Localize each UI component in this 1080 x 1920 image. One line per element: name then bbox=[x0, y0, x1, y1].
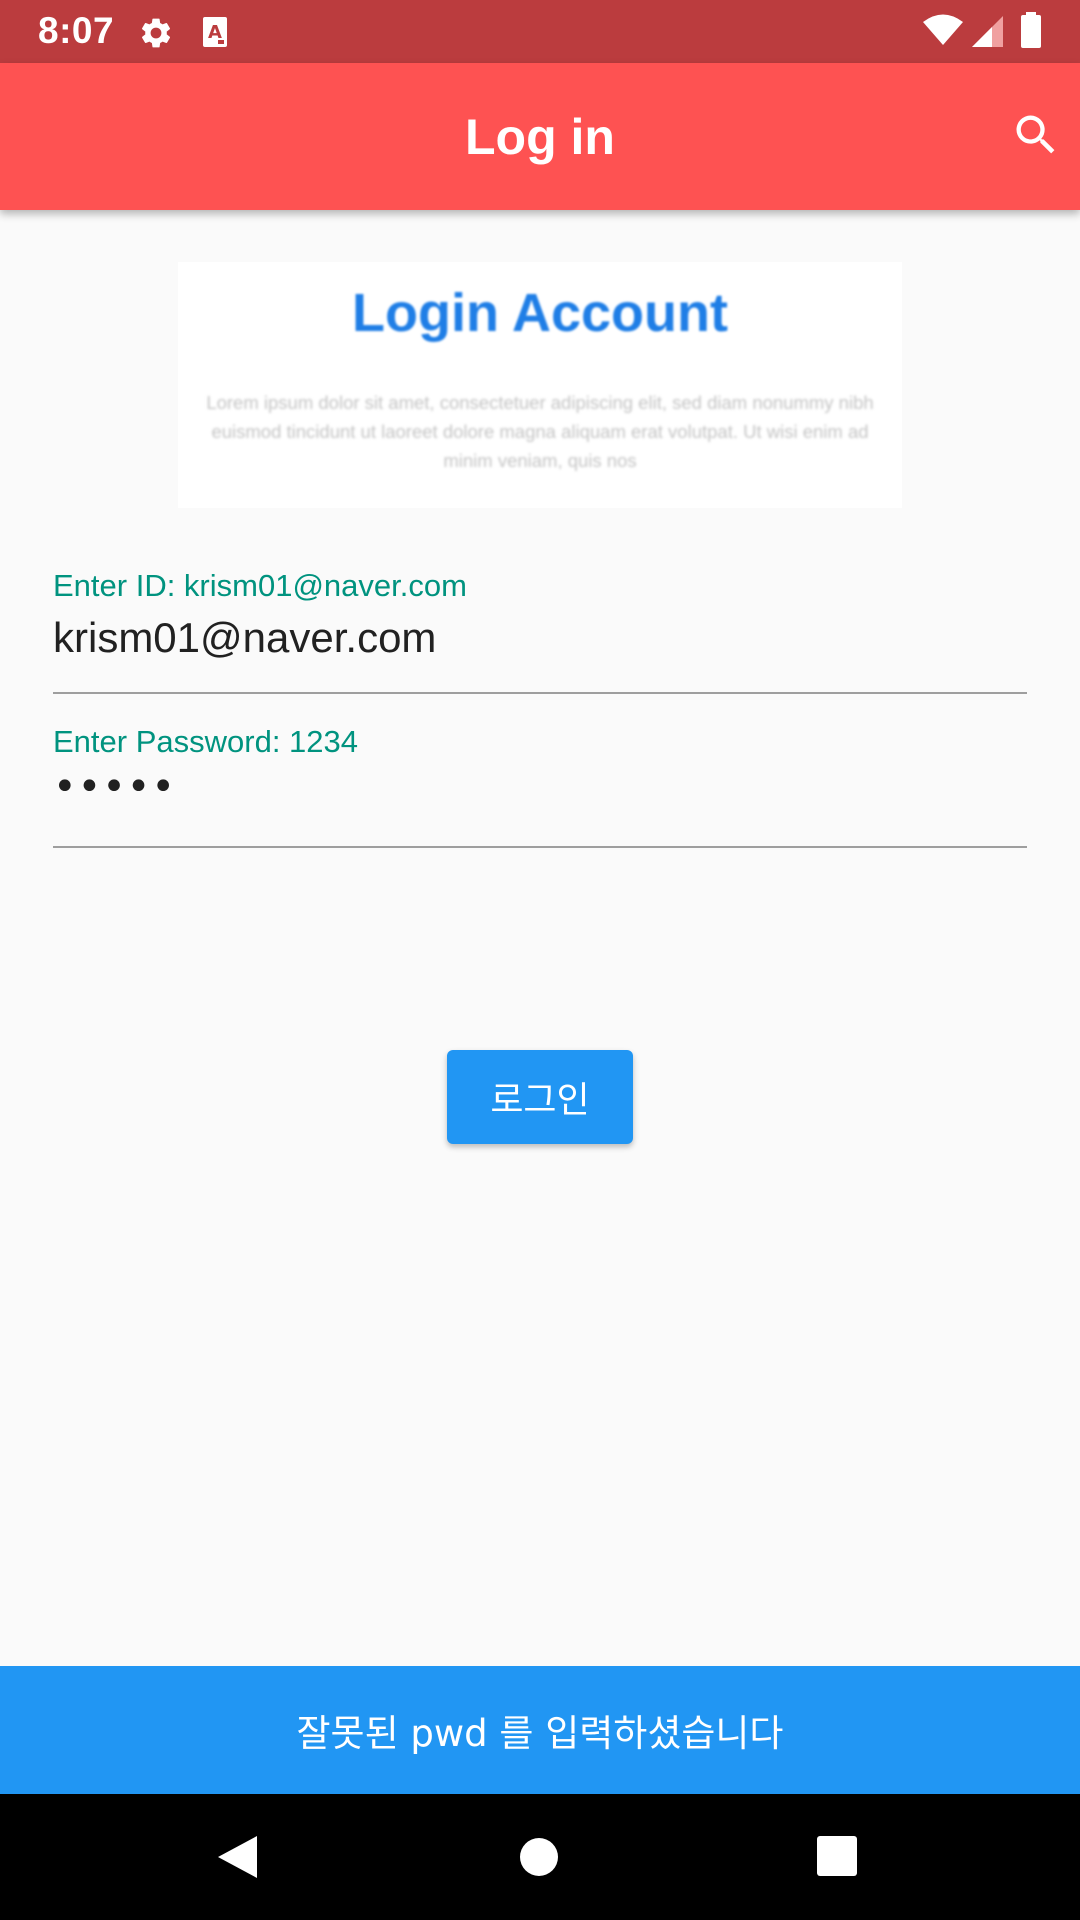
password-field-underline bbox=[53, 846, 1027, 848]
password-field-label: Enter Password: 1234 bbox=[53, 724, 359, 759]
password-field[interactable]: Enter Password: 1234 ••••• bbox=[53, 716, 1027, 850]
back-button[interactable] bbox=[214, 1832, 264, 1882]
id-field-value[interactable]: krism01@naver.com bbox=[53, 614, 436, 662]
search-button[interactable] bbox=[1010, 109, 1080, 165]
id-field-label: Enter ID: krism01@naver.com bbox=[53, 568, 467, 603]
banner-title: Login Account bbox=[352, 283, 728, 343]
app-title: Log in bbox=[465, 109, 615, 165]
id-field[interactable]: Enter ID: krism01@naver.com krism01@nave… bbox=[53, 562, 1027, 694]
navigation-bar bbox=[0, 1794, 1080, 1920]
home-button[interactable] bbox=[514, 1832, 564, 1882]
home-icon bbox=[514, 1838, 564, 1886]
search-icon bbox=[1010, 115, 1062, 165]
a-box-icon: A bbox=[202, 16, 228, 53]
svg-text:A: A bbox=[208, 22, 222, 43]
status-time: 8:07 bbox=[38, 10, 115, 51]
battery-icon bbox=[1020, 12, 1042, 53]
login-button[interactable]: 로그인 bbox=[447, 1050, 633, 1144]
recents-icon bbox=[813, 1836, 863, 1886]
back-icon bbox=[214, 1836, 264, 1886]
snackbar: 잘못된 pwd 를 입력하셨습니다 bbox=[0, 1666, 1080, 1794]
password-field-value[interactable]: ••••• bbox=[53, 764, 176, 810]
gear-icon bbox=[138, 15, 174, 56]
banner-body: Lorem ipsum dolor sit amet, consectetuer… bbox=[206, 392, 874, 471]
snackbar-message: 잘못된 pwd 를 입력하셨습니다 bbox=[296, 1712, 784, 1755]
login-account-banner: Login Account Lorem ipsum dolor sit amet… bbox=[178, 262, 902, 508]
status-bar: 8:07 A bbox=[0, 0, 1080, 63]
id-field-underline bbox=[53, 692, 1027, 694]
recents-button[interactable] bbox=[813, 1832, 863, 1882]
wifi-icon bbox=[922, 14, 964, 51]
app-bar: Log in bbox=[0, 63, 1080, 210]
signal-icon bbox=[970, 14, 1004, 53]
